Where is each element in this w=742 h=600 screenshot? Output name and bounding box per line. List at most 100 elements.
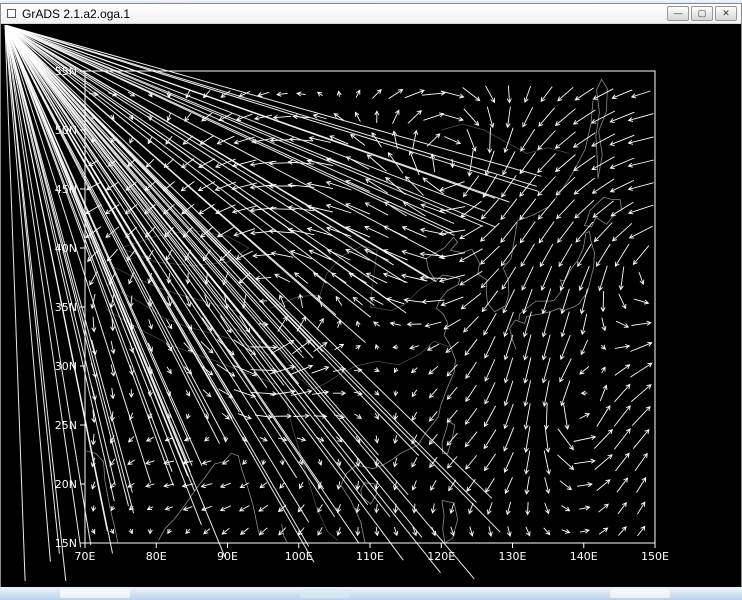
wind-vector [394, 368, 398, 373]
wind-vector [616, 321, 628, 327]
wind-vector [412, 368, 418, 373]
wind-vector [485, 382, 495, 403]
wind-vector [506, 502, 510, 515]
wind-vector [560, 266, 571, 290]
wind-vector [372, 90, 381, 99]
artifact-line [5, 25, 379, 455]
minimize-button[interactable]: — [667, 6, 689, 21]
wind-vector [111, 341, 115, 353]
wind-vector [560, 358, 572, 381]
wind-vector [184, 507, 193, 511]
wind-vector [559, 244, 572, 266]
wind-vector [356, 90, 360, 97]
wind-vector [464, 316, 479, 332]
wind-vector [337, 527, 341, 535]
wind-vector [575, 88, 593, 100]
x-tick-label: 110E [356, 550, 384, 563]
wind-vector [629, 183, 654, 191]
wind-vector [562, 506, 570, 511]
coastline [585, 197, 622, 227]
artifact-line [5, 25, 390, 517]
x-tick-label: 140E [570, 550, 598, 563]
wind-vector [523, 289, 532, 313]
wind-vector [631, 385, 651, 402]
wind-vector [402, 250, 427, 259]
wind-vector [501, 245, 516, 266]
wind-vector [562, 529, 570, 533]
wind-vector [167, 367, 171, 374]
wind-vector [525, 477, 529, 494]
wind-vector [460, 226, 482, 239]
wind-vector [412, 412, 417, 420]
wind-vector [333, 391, 345, 395]
artifact-line [5, 25, 91, 545]
wind-vector [485, 359, 495, 381]
wind-vector [523, 312, 531, 337]
wind-vector [92, 317, 96, 332]
wind-vector [484, 313, 497, 335]
wind-vector [391, 322, 401, 326]
wind-vector [394, 391, 398, 396]
wind-vector [545, 426, 550, 452]
wind-vector [393, 110, 400, 123]
wind-vector [356, 321, 360, 327]
wind-vector [465, 339, 477, 355]
artifact-line [5, 25, 495, 227]
wind-vector [205, 437, 209, 441]
wind-vector [615, 244, 629, 266]
wind-vector [556, 132, 576, 149]
wind-vector [507, 86, 511, 103]
wind-vector [481, 246, 500, 264]
wind-vector [538, 154, 556, 173]
wind-vector [450, 503, 454, 513]
title-bar[interactable]: GrADS 2.1.a2.oga.1 — ▢ ✕ [1, 4, 741, 24]
wind-vector [425, 322, 441, 327]
wind-vector [260, 528, 268, 535]
wind-vector [637, 526, 644, 536]
wind-vector [355, 414, 362, 418]
wind-vector [337, 91, 341, 97]
wind-vector [594, 430, 612, 449]
wind-vector [579, 506, 589, 510]
wind-vector [222, 528, 229, 534]
wind-vector [482, 199, 499, 219]
wind-vector [92, 482, 96, 489]
wind-vector [488, 127, 492, 152]
wind-vector [635, 454, 647, 471]
wind-vector [448, 456, 458, 468]
wind-vector [602, 318, 606, 331]
wind-vector [92, 505, 96, 511]
wind-vector [614, 406, 630, 427]
close-button[interactable]: ✕ [715, 6, 737, 21]
wind-vector [317, 319, 323, 330]
wind-vector [375, 504, 379, 513]
wind-vector [312, 366, 329, 373]
x-tick-label: 150E [641, 550, 669, 563]
wind-vector [526, 502, 530, 515]
wind-vector [186, 390, 190, 396]
wind-vector [447, 410, 457, 422]
wind-vector [199, 204, 214, 214]
plot-canvas[interactable]: 70E80E90E100E110E120E130E140E150E15N20N2… [1, 25, 741, 587]
wind-vector [504, 335, 513, 360]
wind-vector [524, 451, 529, 474]
restore-button[interactable]: ▢ [691, 6, 713, 21]
wind-vector [544, 451, 550, 474]
wind-vector [581, 314, 587, 334]
x-tick-label: 120E [427, 550, 455, 563]
wind-vector [520, 153, 535, 174]
wind-vector [574, 436, 596, 442]
wind-vector [629, 205, 654, 214]
wind-vector [558, 455, 574, 470]
wind-vector [599, 504, 609, 512]
wind-vector [633, 246, 648, 265]
wind-vector [630, 226, 653, 238]
wind-vector [556, 177, 575, 195]
wind-vector [524, 335, 532, 360]
wind-vector [165, 437, 172, 441]
wind-vector [579, 266, 589, 290]
coastline [442, 422, 455, 454]
wind-vector [632, 407, 650, 426]
wind-vector [504, 358, 512, 383]
wind-vector [466, 455, 477, 469]
